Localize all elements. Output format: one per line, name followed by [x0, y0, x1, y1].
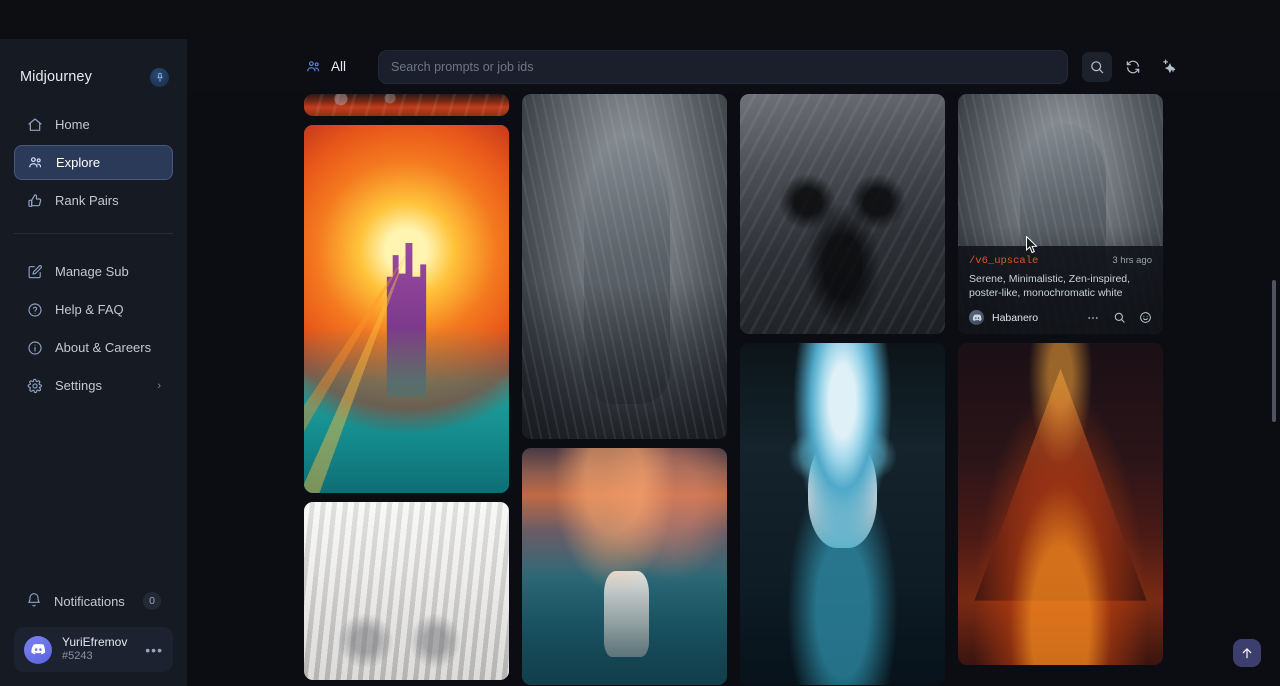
sidebar-item-label: Manage Sub	[55, 264, 129, 279]
job-author-name[interactable]: Habanero	[992, 312, 1038, 324]
overlay-meta-row: /v6_upscale 3 hrs ago	[969, 255, 1152, 267]
search-icon[interactable]	[1113, 311, 1126, 324]
discord-icon	[24, 636, 52, 664]
job-mode-tag[interactable]: /v6_upscale	[969, 255, 1038, 267]
tile-shrouded-figure[interactable]	[522, 94, 727, 439]
artwork-underwater-astronaut	[522, 448, 727, 685]
sidebar-item-label: Explore	[56, 155, 100, 170]
app-title: Midjourney	[20, 69, 92, 85]
more-options-icon[interactable]	[1086, 311, 1100, 325]
user-card[interactable]: YuriEfremov #5243 •••	[14, 627, 173, 672]
people-icon	[27, 154, 44, 171]
midjourney-app: Midjourney Home	[0, 0, 1280, 686]
artwork-shrouded-figure	[522, 94, 727, 439]
artwork-fiery-pyramid	[958, 343, 1163, 665]
emoji-reaction-icon[interactable]	[1139, 311, 1152, 324]
scroll-to-top-button[interactable]	[1233, 639, 1261, 667]
brand-row: Midjourney	[0, 39, 187, 97]
notifications-row[interactable]: Notifications 0	[14, 585, 173, 617]
browser-top-strip	[0, 0, 1280, 39]
sidebar-primary-nav: Home Explore	[0, 97, 187, 221]
sidebar-item-explore[interactable]: Explore	[14, 145, 173, 180]
job-prompt-text: Serene, Minimalistic, Zen-inspired, post…	[969, 272, 1152, 300]
user-name: YuriEfremov	[62, 635, 127, 650]
sidebar-item-manage-sub[interactable]: Manage Sub	[14, 254, 173, 289]
search-button[interactable]	[1082, 52, 1112, 82]
pin-icon[interactable]	[150, 68, 169, 87]
sidebar-item-settings[interactable]: Settings ›	[14, 368, 173, 403]
tile-cyborg-woman[interactable]	[740, 343, 945, 685]
tile-desert-castle[interactable]	[304, 125, 509, 493]
sidebar-item-home[interactable]: Home	[14, 107, 173, 142]
artwork-marble-face	[304, 502, 509, 680]
gallery-scrollbar[interactable]	[1272, 280, 1276, 422]
info-circle-icon	[26, 339, 43, 356]
notifications-label: Notifications	[54, 594, 125, 609]
bell-icon	[26, 592, 42, 611]
sidebar-item-label: Home	[55, 117, 90, 132]
artwork-red-street	[304, 94, 509, 116]
sidebar-bottom: Notifications 0 YuriEfremov #5243 •••	[0, 585, 187, 686]
sidebar-secondary-nav: Manage Sub Help & FAQ	[0, 244, 187, 406]
gallery-column-3	[740, 94, 945, 685]
filter-all[interactable]: All	[305, 58, 346, 75]
sidebar-item-label: Rank Pairs	[55, 193, 119, 208]
people-icon	[305, 58, 322, 75]
tile-underwater-astronaut[interactable]	[522, 448, 727, 685]
overlay-action-icons	[1086, 311, 1152, 325]
refresh-button[interactable]	[1118, 52, 1148, 82]
user-tag: #5243	[62, 650, 127, 664]
sidebar: Midjourney Home	[0, 39, 187, 686]
sidebar-item-help-faq[interactable]: Help & FAQ	[14, 292, 173, 327]
gallery-column-1	[304, 94, 509, 685]
home-icon	[26, 116, 43, 133]
sidebar-divider	[14, 233, 173, 234]
gear-icon	[26, 377, 43, 394]
search-bar[interactable]	[378, 50, 1068, 84]
edit-square-icon	[26, 263, 43, 280]
sidebar-item-label: About & Careers	[55, 340, 151, 355]
artwork-stone-face	[740, 94, 945, 334]
thumbs-up-icon	[26, 192, 43, 209]
gallery-column-4: /v6_upscale 3 hrs ago Serene, Minimalist…	[958, 94, 1163, 685]
sidebar-item-label: Settings	[55, 378, 102, 393]
notifications-count-badge: 0	[143, 592, 161, 610]
tile-red-street[interactable]	[304, 94, 509, 116]
gallery-column-2	[522, 94, 727, 685]
user-info: YuriEfremov #5243	[62, 635, 127, 664]
user-menu-icon[interactable]: •••	[145, 642, 163, 658]
tile-fiery-pyramid[interactable]	[958, 343, 1163, 665]
sidebar-item-about-careers[interactable]: About & Careers	[14, 330, 173, 365]
top-header: All	[187, 39, 1280, 94]
job-timestamp: 3 hrs ago	[1112, 255, 1152, 266]
artwork-desert-castle	[304, 125, 509, 493]
avatar	[969, 310, 984, 325]
question-circle-icon	[26, 301, 43, 318]
overlay-footer-row: Habanero	[969, 310, 1152, 325]
header-actions	[1082, 52, 1184, 82]
tile-stone-face[interactable]	[740, 94, 945, 334]
image-gallery[interactable]: /v6_upscale 3 hrs ago Serene, Minimalist…	[187, 94, 1280, 686]
tile-hover-overlay: /v6_upscale 3 hrs ago Serene, Minimalist…	[958, 246, 1163, 334]
artwork-cyborg-woman	[740, 343, 945, 685]
tile-zen-monochrome-tree[interactable]: /v6_upscale 3 hrs ago Serene, Minimalist…	[958, 94, 1163, 334]
filter-all-label: All	[331, 59, 346, 74]
sparkle-button[interactable]	[1154, 52, 1184, 82]
masonry-columns: /v6_upscale 3 hrs ago Serene, Minimalist…	[187, 94, 1280, 685]
sidebar-item-rank-pairs[interactable]: Rank Pairs	[14, 183, 173, 218]
chevron-right-icon: ›	[157, 380, 161, 392]
sidebar-item-label: Help & FAQ	[55, 302, 124, 317]
search-input[interactable]	[391, 60, 1055, 74]
tile-marble-face[interactable]	[304, 502, 509, 680]
